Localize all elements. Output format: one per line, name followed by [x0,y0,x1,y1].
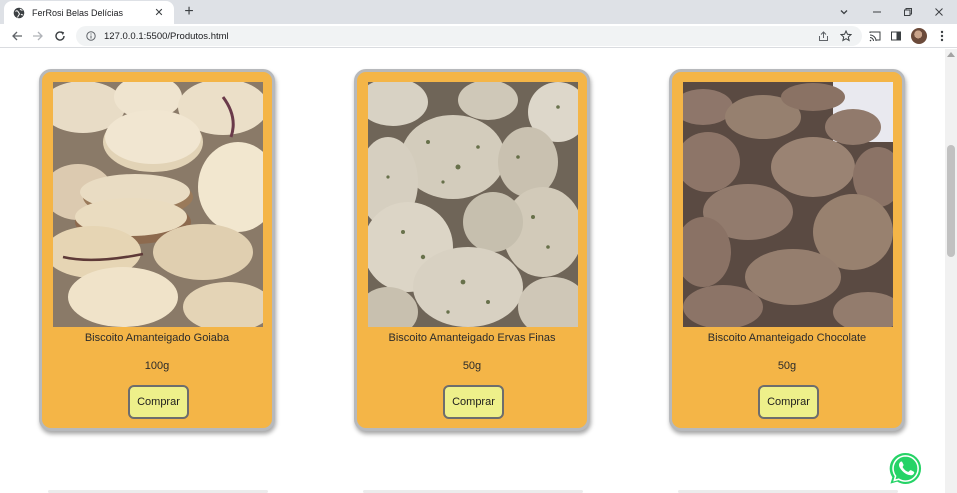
product-image [368,82,578,327]
product-image [683,82,893,327]
url-text: 127.0.0.1:5500/Produtos.html [104,30,229,42]
address-bar[interactable]: 127.0.0.1:5500/Produtos.html [76,26,862,46]
whatsapp-icon[interactable] [888,451,923,486]
profile-avatar[interactable] [911,28,927,44]
restore-icon[interactable] [891,0,925,24]
scroll-up-arrow-icon[interactable] [947,52,955,57]
product-card: Biscoito Amanteigado Chocolate 50g Compr… [669,69,905,431]
page-viewport: Biscoito Amanteigado Goiaba 100g Comprar [0,49,945,493]
close-tab-icon[interactable]: ✕ [152,6,166,20]
product-image [53,82,263,327]
minimize-icon[interactable] [860,0,894,24]
forward-icon[interactable] [29,27,47,45]
side-panel-icon[interactable] [889,29,903,43]
product-card: Biscoito Amanteigado Goiaba 100g Comprar [39,69,275,431]
tab-search-chevron-icon[interactable] [827,0,861,24]
product-name: Biscoito Amanteigado Chocolate [707,332,867,344]
site-info-icon[interactable] [86,31,96,41]
product-weight: 100g [144,360,170,372]
buy-button[interactable]: Comprar [128,385,189,419]
new-tab-icon[interactable]: + [180,3,198,21]
buy-button[interactable]: Comprar [758,385,819,419]
product-weight: 50g [777,360,797,372]
vertical-scrollbar[interactable] [945,49,957,493]
product-name: Biscoito Amanteigado Goiaba [84,332,230,344]
browser-toolbar: 127.0.0.1:5500/Produtos.html [0,24,957,48]
product-name: Biscoito Amanteigado Ervas Finas [388,332,556,344]
scroll-thumb[interactable] [947,145,955,257]
reload-icon[interactable] [51,27,69,45]
browser-tab[interactable]: FerRosi Belas Delícias ✕ [4,1,174,24]
back-icon[interactable] [8,27,26,45]
menu-dots-icon[interactable] [935,29,949,43]
tab-title: FerRosi Belas Delícias [32,7,124,18]
close-window-icon[interactable] [922,0,956,24]
product-card: Biscoito Amanteigado Ervas Finas 50g Com… [354,69,590,431]
cast-icon[interactable] [868,29,882,43]
bookmark-star-icon[interactable] [839,29,853,43]
product-weight: 50g [462,360,482,372]
globe-icon [12,6,25,19]
buy-button[interactable]: Comprar [443,385,504,419]
share-icon[interactable] [816,29,830,43]
tab-strip: FerRosi Belas Delícias ✕ + [0,0,957,24]
